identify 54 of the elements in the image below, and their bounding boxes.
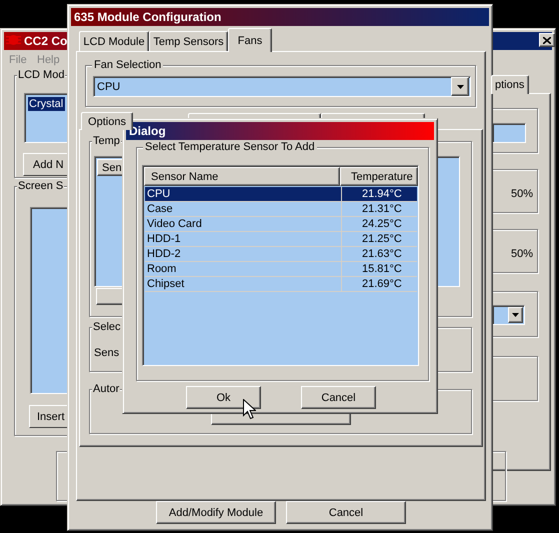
tab[interactable]: Temp Sensors [149, 31, 228, 51]
table-cell-text: 24.25°C [361, 217, 403, 231]
table-cell: HDD-1 [145, 232, 342, 246]
table-row[interactable]: Chipset 21.69°C [145, 277, 417, 292]
dropdown-arrow-icon [512, 313, 519, 317]
tab[interactable]: Options [81, 112, 133, 130]
table-cell: HDD-2 [145, 247, 342, 261]
tab[interactable]: LCD Module [79, 31, 149, 51]
table-cell: Case [145, 202, 342, 216]
add-button[interactable]: Add N [23, 153, 68, 176]
chip-icon [6, 33, 21, 47]
add-modify-button[interactable]: Add/Modify Module [156, 501, 276, 524]
table-row[interactable]: CPU 21.94°C [145, 187, 417, 202]
list-view[interactable]: Sensor Name Temperature CPU 21.94°C Case 21.31°C Video Card 24.25°C HDD-1 21.25°C HDD-2 21.63°C Room 15.81°C Chipset 21.69°C [142, 165, 419, 366]
tab[interactable]: ptions [491, 75, 529, 94]
table-cell-text: 21.94°C [361, 187, 403, 201]
table-cell-text: 15.81°C [361, 262, 403, 276]
table-row[interactable]: HDD-2 21.63°C [145, 247, 417, 262]
table-row[interactable]: HDD-1 21.25°C [145, 232, 417, 247]
column-header[interactable]: Sensor Name [144, 167, 340, 186]
table-cell: Chipset [145, 277, 342, 291]
ok-button[interactable]: Ok [186, 386, 261, 409]
dropdown-arrow-icon [456, 84, 464, 88]
window-title: 635 Module Configuration [74, 10, 222, 24]
column-header[interactable]: Temperature [340, 167, 418, 186]
cancel-button[interactable]: Cancel [286, 501, 406, 524]
table-cell: Room [145, 262, 342, 276]
percent-value: 50% [511, 247, 534, 261]
group-label: Temp [92, 134, 121, 148]
cursor-icon [243, 399, 256, 420]
dropdown-button[interactable] [508, 307, 523, 323]
table-row[interactable]: Video Card 24.25°C [145, 217, 417, 232]
field-label: Sens [94, 346, 120, 360]
group-label: Select Temperature Sensor To Add [143, 140, 317, 154]
table-cell-text: 21.31°C [361, 202, 403, 216]
insert-button[interactable]: Insert [29, 405, 68, 428]
dropdown-field[interactable]: CPU [93, 76, 471, 97]
close-button[interactable] [539, 33, 555, 47]
close-icon [543, 36, 551, 44]
list-box[interactable]: Crystal [24, 93, 68, 143]
input-field[interactable] [493, 123, 526, 143]
table-cell-text: 21.69°C [361, 277, 403, 291]
table-row[interactable]: Case 21.31°C [145, 202, 417, 217]
window-title: CC2 Co [24, 34, 68, 48]
table-row[interactable]: Room 15.81°C [145, 262, 417, 277]
table-cell: Video Card [145, 217, 342, 231]
list-item[interactable]: Crystal [28, 97, 66, 111]
list-box[interactable] [30, 207, 68, 394]
table-cell: CPU [145, 187, 342, 201]
tab[interactable]: Fans [228, 28, 272, 52]
table-cell-text: 21.63°C [361, 247, 403, 261]
percent-value: 50% [511, 187, 534, 201]
table-cell-text: 21.25°C [361, 232, 403, 246]
cancel-button[interactable]: Cancel [301, 386, 376, 409]
